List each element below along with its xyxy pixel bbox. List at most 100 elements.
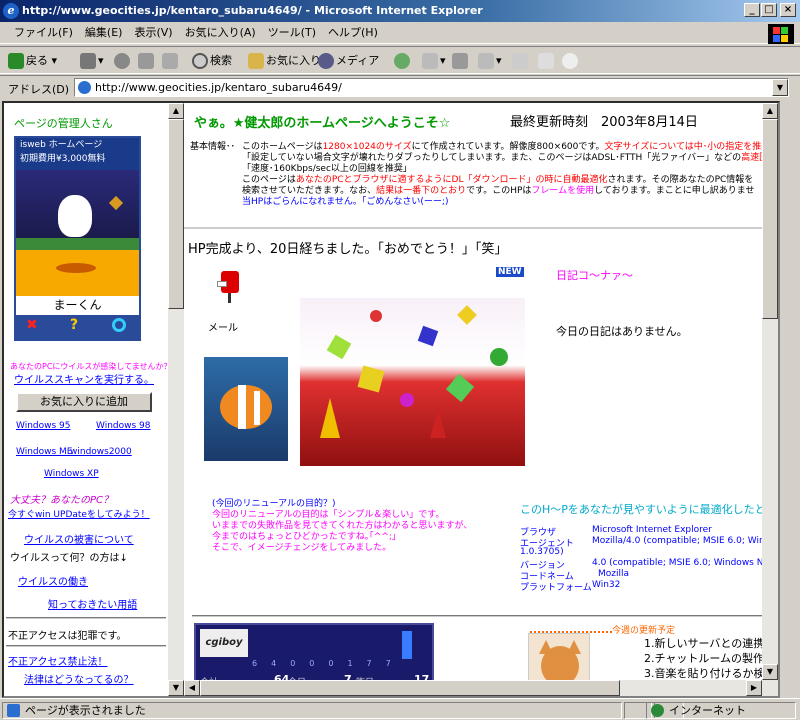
scroll-left-icon[interactable]: ◀	[184, 680, 200, 696]
os-link-me[interactable]: Windows ME	[16, 447, 73, 457]
scroll-thumb[interactable]	[168, 119, 184, 309]
menu-edit[interactable]: 編集(E)	[79, 22, 129, 44]
home-icon	[162, 53, 178, 69]
back-button[interactable]: 戻る ▾	[6, 51, 57, 71]
page-done-icon	[7, 704, 20, 717]
search-button[interactable]: 検索	[190, 51, 232, 71]
os-link-2000[interactable]: windows2000	[70, 447, 132, 457]
os-link-95[interactable]: Windows 95	[16, 421, 71, 431]
minimize-button[interactable]: _	[744, 3, 760, 17]
status-text: ページが表示されました	[2, 702, 622, 719]
profile-name: まーくん	[16, 296, 139, 315]
cat-avatar	[58, 195, 92, 237]
address-dropdown-button[interactable]: ▼	[772, 79, 788, 96]
media-button[interactable]: メディア	[316, 51, 379, 71]
scroll-down-icon[interactable]: ▼	[762, 664, 778, 680]
virus-damage-link[interactable]: ウイルスの被害について	[24, 531, 134, 546]
menu-view[interactable]: 表示(V)	[128, 22, 178, 44]
mailbox-icon[interactable]	[217, 271, 239, 303]
cubes-image	[300, 298, 525, 466]
menu-file[interactable]: ファイル(F)	[8, 22, 79, 44]
mail-button[interactable]: ▾	[420, 51, 446, 71]
status-bar: ページが表示されました インターネット	[0, 698, 800, 720]
scroll-up-icon[interactable]: ▲	[762, 103, 778, 119]
circle-icon[interactable]	[112, 318, 126, 332]
virus-work-link[interactable]: ウイルスの働き	[18, 573, 88, 588]
right-scrollbar[interactable]: ▲ ▼	[762, 103, 778, 696]
maximize-button[interactable]: □	[761, 3, 777, 17]
horizontal-scrollbar[interactable]: ◀ ▶	[184, 680, 762, 696]
counter-r1-5: 7	[385, 659, 405, 668]
cgiboy-logo[interactable]: cgiboy	[200, 629, 248, 657]
close-button[interactable]: ×	[780, 3, 796, 17]
manager-heading: ページの管理人さん	[14, 117, 113, 130]
menu-help[interactable]: ヘルプ(H)	[322, 22, 384, 44]
search-icon	[192, 53, 208, 69]
plan-1: 2.チャットルームの製作(C	[644, 652, 777, 665]
prohibit-link[interactable]: 不正アクセス禁止法！	[8, 653, 108, 668]
browser-val-3: 4.0 (compatible; MSIE 6.0; Windows NT 5.…	[592, 558, 778, 568]
terms-link[interactable]: 知っておきたい用語	[48, 596, 137, 611]
virus-scan-link[interactable]: ウイルススキャンを実行する。	[14, 371, 154, 386]
left-scrollbar[interactable]: ▲ ▼	[168, 103, 184, 696]
crime-text: 不正アクセスは犯罪です。	[8, 631, 127, 642]
info-line-6: 当HPはごらんになれません。「ごめんなさい(ーー;)	[242, 197, 449, 207]
right-frame: やぁ。★健太郎のホームページへようこそ☆ 最終更新時刻 2003年8月14日 基…	[184, 103, 778, 696]
forward-arrow-icon	[80, 53, 96, 69]
history-icon	[394, 53, 410, 69]
discuss-icon	[512, 53, 528, 69]
address-input[interactable]: http://www.geocities.jp/kentaro_subaru46…	[74, 78, 789, 97]
title-bar: e http://www.geocities.jp/kentaro_subaru…	[0, 0, 800, 22]
fish-image	[204, 357, 288, 461]
browser-key-5: プラットフォーム	[520, 583, 592, 593]
stop-icon	[114, 53, 130, 69]
edit-button[interactable]: ▾	[476, 51, 502, 71]
counter-r1-4: 17	[347, 659, 386, 668]
print-button[interactable]	[450, 51, 470, 71]
mail-icon	[422, 53, 438, 69]
messenger-button[interactable]	[560, 51, 580, 71]
profile-banner[interactable]: isweb ホームページ 初期費用¥3,000無料 まーくん ✖ ?	[14, 136, 141, 341]
h-scroll-thumb[interactable]	[200, 680, 620, 696]
refresh-button[interactable]	[136, 51, 156, 71]
research-button[interactable]	[536, 51, 556, 71]
law-link[interactable]: 法律はどうなってるの？	[24, 671, 134, 686]
os-link-98[interactable]: Windows 98	[96, 421, 151, 431]
refresh-icon	[138, 53, 154, 69]
menu-bar: ファイル(F) 編集(E) 表示(V) お気に入り(A) ツール(T) ヘルプ(H)	[0, 22, 800, 44]
counter-r1-3: 0	[328, 659, 348, 668]
history-button[interactable]	[392, 51, 412, 71]
forward-button[interactable]: ▾	[78, 51, 104, 71]
diary-title[interactable]: 日記コ～ナァ～	[556, 267, 633, 283]
scroll-right-icon[interactable]: ▶	[746, 680, 762, 696]
menu-tools[interactable]: ツール(T)	[262, 22, 322, 44]
scroll-thumb[interactable]	[762, 119, 778, 319]
renewal-line-4: そこで、イメージチェンジをしてみました。	[212, 543, 392, 553]
browser-val-5: Win32	[592, 580, 621, 590]
safe-check-heading: 大丈夫？あなたのPC？	[10, 495, 114, 506]
browser-val-0: Microsoft Internet Explorer	[592, 525, 712, 535]
help-icon[interactable]: ?	[70, 317, 78, 333]
media-icon	[318, 53, 334, 69]
browser-key-2: 1.0.3705)	[520, 547, 564, 557]
edit-icon	[478, 53, 494, 69]
menu-favorites[interactable]: お気に入り(A)	[179, 22, 262, 44]
home-button[interactable]	[160, 51, 180, 71]
address-bar: アドレス(D) http://www.geocities.jp/kentaro_…	[0, 75, 800, 99]
stop-button[interactable]	[112, 51, 132, 71]
add-favorites-button[interactable]: お気に入りに追加	[16, 392, 152, 412]
update-link[interactable]: 今すぐwin UPDateをしてみよう！	[8, 507, 150, 520]
os-link-xp[interactable]: Windows XP	[44, 469, 99, 479]
window-title: http://www.geocities.jp/kentaro_subaru46…	[22, 4, 483, 17]
mail-label[interactable]: メール	[208, 319, 238, 334]
scroll-down-icon[interactable]: ▼	[168, 680, 184, 696]
diary-text: 今日の日記はありません。	[556, 325, 688, 338]
back-arrow-icon	[8, 53, 24, 69]
browser-val-4: Mozilla	[598, 569, 630, 579]
close-x-icon[interactable]: ✖	[26, 317, 38, 333]
discuss-button[interactable]	[510, 51, 530, 71]
favorites-button[interactable]: お気に入り	[246, 51, 321, 71]
what-virus-text: ウイルスって何？の方は↓	[10, 553, 128, 564]
scroll-up-icon[interactable]: ▲	[168, 103, 184, 119]
ie-logo-icon: e	[3, 3, 19, 19]
